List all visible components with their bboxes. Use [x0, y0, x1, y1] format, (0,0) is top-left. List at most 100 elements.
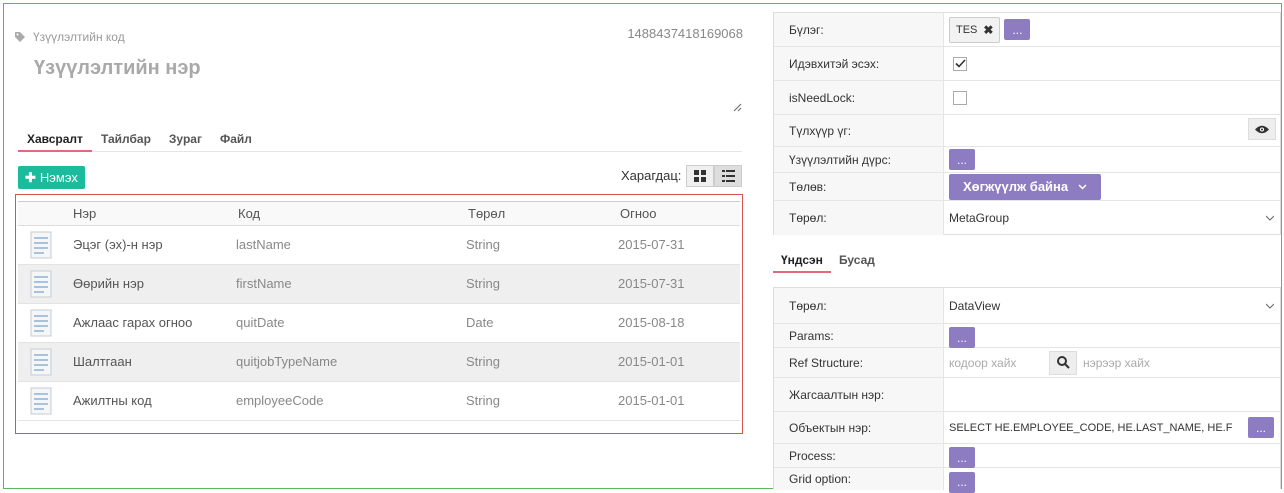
document-icon: [30, 231, 52, 259]
show-password-button[interactable]: [1248, 118, 1276, 140]
row-type: String: [466, 393, 500, 408]
table-row[interactable]: Өөрийн нэр firstName String 2015-07-31: [18, 265, 740, 304]
properties-panel: Бүлэг: TES ✖ ... Идэвхитэй эсэх: isNeedL…: [773, 12, 1281, 235]
active-checkbox[interactable]: [953, 56, 967, 71]
resize-handle-icon[interactable]: [733, 103, 742, 112]
needlock-label: isNeedLock:: [774, 81, 944, 114]
left-tabs: Хавсралт Тайлбар Зураг Файл: [18, 130, 742, 152]
document-icon: [30, 309, 52, 337]
name-input[interactable]: Үзүүлэлтийн нэр: [34, 57, 201, 80]
row-code: lastName: [236, 237, 291, 252]
group-chip-label: TES: [956, 23, 978, 36]
eye-icon: [1255, 125, 1269, 133]
needlock-value: [945, 81, 1280, 114]
image-row: Үзүүлэлтийн дүрс: ...: [774, 147, 1280, 173]
add-button[interactable]: ✚ Нэмэх: [18, 166, 85, 189]
chevron-down-icon: [1266, 303, 1274, 309]
attachments-grid: Нэр Код Төрөл Огноо Эцэг (эх)-н нэр last…: [15, 194, 743, 434]
list-icon: [721, 170, 735, 182]
image-label: Үзүүлэлтийн дүрс:: [774, 147, 944, 172]
grid-option-row: Grid option: ...: [774, 468, 1280, 493]
process-picker-button[interactable]: ...: [949, 447, 975, 468]
list-name-label: Жагсаалтын нэр:: [774, 378, 944, 411]
chevron-down-icon: [1266, 215, 1274, 221]
row-name: Өөрийн нэр: [73, 276, 144, 291]
group-chip[interactable]: TES ✖: [949, 16, 1001, 43]
tab-other[interactable]: Бусад: [831, 251, 883, 273]
type-select[interactable]: MetaGroup: [945, 201, 1280, 235]
process-row: Process: ...: [774, 444, 1280, 468]
group-row: Бүлэг: TES ✖ ...: [774, 13, 1280, 47]
main-panel: Төрөл: DataView Params: ... Ref Structur…: [773, 287, 1281, 493]
keyword-row: Түлхүүр үг:: [774, 115, 1280, 147]
document-icon: [30, 270, 52, 298]
main-type-select[interactable]: DataView: [945, 288, 1280, 323]
grid-view-button[interactable]: [686, 165, 714, 187]
object-picker-button[interactable]: ...: [1248, 417, 1274, 438]
status-text: Хөгжүүлж байна: [963, 179, 1069, 194]
row-name: Ажлаас гарах огноо: [73, 315, 193, 330]
row-date: 2015-07-31: [618, 237, 685, 252]
check-icon: [954, 59, 966, 68]
group-picker-button[interactable]: ...: [1004, 19, 1031, 40]
list-name-row: Жагсаалтын нэр:: [774, 378, 1280, 412]
list-view-button[interactable]: [714, 165, 742, 187]
close-icon[interactable]: ✖: [983, 23, 993, 37]
needlock-checkbox[interactable]: [953, 90, 967, 105]
process-label: Process:: [774, 444, 944, 467]
image-picker-button[interactable]: ...: [949, 149, 975, 170]
list-name-input[interactable]: [945, 378, 1280, 411]
document-icon: [30, 348, 52, 376]
row-date: 2015-08-18: [618, 315, 685, 330]
row-name: Шалтгаан: [73, 354, 132, 369]
object-name-row: Объектын нэр: SELECT HE.EMPLOYEE_CODE, H…: [774, 412, 1280, 444]
grid-option-picker-button[interactable]: ...: [949, 471, 975, 493]
col-type[interactable]: Төрөл: [468, 206, 505, 221]
tag-icon: [15, 32, 25, 42]
table-row[interactable]: Эцэг (эх)-н нэр lastName String 2015-07-…: [18, 226, 740, 265]
document-icon: [30, 387, 52, 415]
status-row: Төлөв: Хөгжүүлж байна: [774, 173, 1280, 201]
status-label: Төлөв:: [774, 173, 944, 200]
row-code: quitDate: [236, 315, 285, 330]
tab-main[interactable]: Үндсэн: [773, 251, 831, 273]
object-name-value: SELECT HE.EMPLOYEE_CODE, HE.LAST_NAME, H…: [945, 412, 1280, 443]
view-toggle: [686, 165, 742, 187]
status-dropdown-button[interactable]: Хөгжүүлж байна: [949, 173, 1102, 200]
main-type-row: Төрөл: DataView: [774, 288, 1280, 324]
type-row: Төрөл: MetaGroup: [774, 201, 1280, 235]
col-name[interactable]: Нэр: [73, 206, 96, 221]
main-type-value: DataView: [949, 298, 1001, 313]
tab-image[interactable]: Зураг: [160, 130, 211, 152]
col-code[interactable]: Код: [238, 206, 260, 221]
table-row[interactable]: Ажилтны код employeeCode String 2015-01-…: [18, 382, 740, 421]
process-value: ...: [945, 444, 1280, 468]
tab-attachments[interactable]: Хавсралт: [18, 130, 92, 152]
type-select-value: MetaGroup: [949, 211, 1010, 225]
table-row[interactable]: Шалтгаан quitjobTypeName String 2015-01-…: [18, 343, 740, 382]
keyword-input[interactable]: [945, 115, 1280, 146]
row-type: String: [466, 354, 500, 369]
row-code: firstName: [236, 276, 292, 291]
table-row[interactable]: Ажлаас гарах огноо quitDate Date 2015-08…: [18, 304, 740, 343]
params-picker-button[interactable]: ...: [949, 327, 975, 348]
code-value: 1488437418169068: [627, 26, 743, 41]
row-date: 2015-01-01: [618, 393, 685, 408]
plus-icon: ✚: [25, 170, 36, 185]
active-value: [945, 47, 1280, 80]
ref-name-input[interactable]: нэрээр хайх: [1083, 356, 1150, 370]
tab-file[interactable]: Файл: [211, 130, 261, 152]
ref-label: Ref Structure:: [774, 348, 944, 377]
col-date[interactable]: Огноо: [620, 206, 657, 221]
ref-value: кодоор хайх нэрээр хайх: [945, 348, 1280, 377]
row-code: quitjobTypeName: [236, 354, 338, 369]
ref-code-input[interactable]: кодоор хайх: [949, 356, 1037, 370]
group-value: TES ✖ ...: [945, 13, 1280, 46]
search-button[interactable]: [1049, 350, 1077, 375]
row-date: 2015-01-01: [618, 354, 685, 369]
tab-description[interactable]: Тайлбар: [92, 130, 160, 152]
add-button-label: Нэмэх: [39, 170, 78, 185]
row-type: Date: [466, 315, 494, 330]
type-label: Төрөл:: [774, 201, 944, 235]
object-name-text[interactable]: SELECT HE.EMPLOYEE_CODE, HE.LAST_NAME, H…: [949, 422, 1232, 434]
